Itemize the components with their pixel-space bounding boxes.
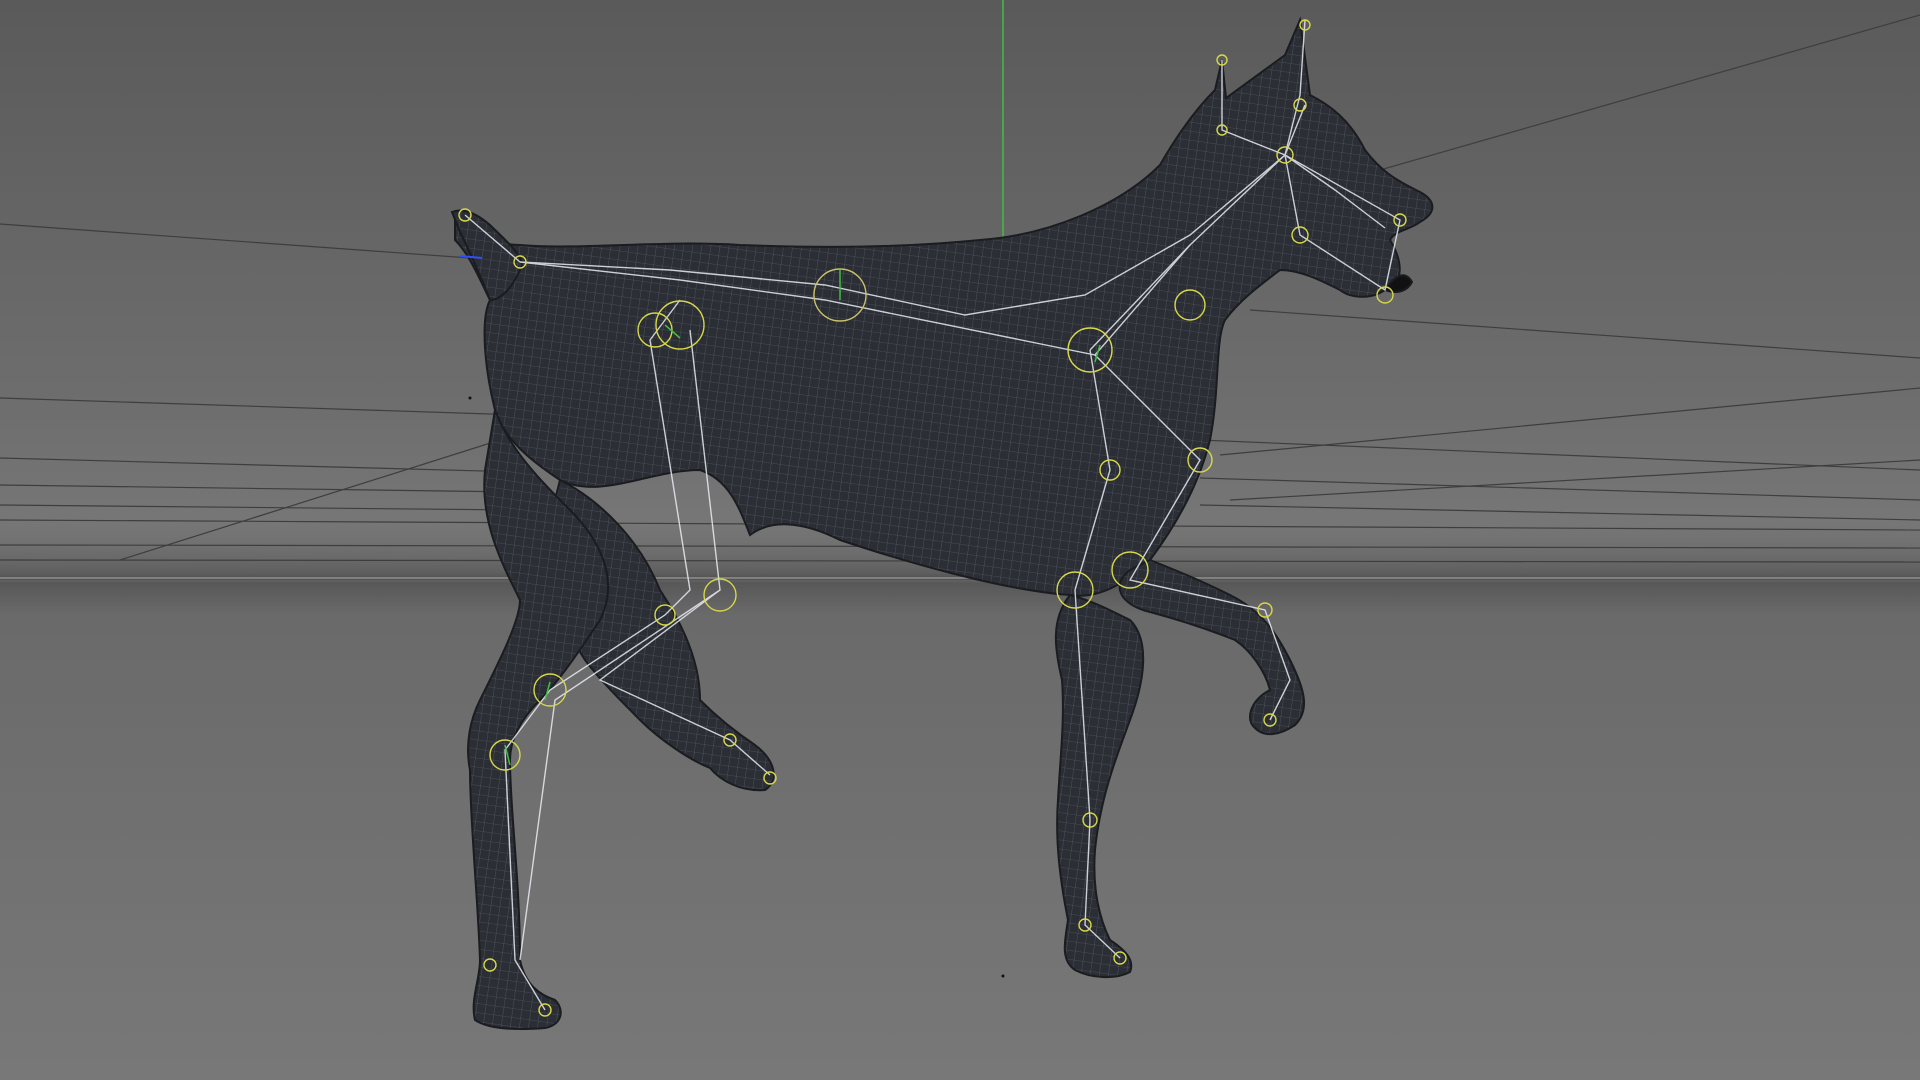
viewport-canvas[interactable] — [0, 0, 1920, 1080]
3d-viewport[interactable] — [0, 0, 1920, 1080]
dog-fore-leg-planted-mesh[interactable] — [1054, 593, 1145, 978]
joint-hind-knee[interactable] — [703, 578, 737, 612]
stray-point — [468, 396, 472, 400]
stray-point — [1001, 974, 1005, 978]
